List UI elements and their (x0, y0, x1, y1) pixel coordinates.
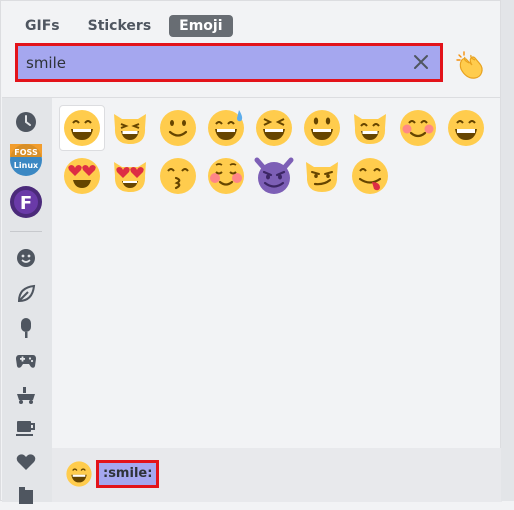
emoji-slightly-smiling[interactable] (155, 105, 201, 151)
car-icon[interactable] (10, 379, 42, 411)
svg-text:F: F (20, 193, 32, 214)
coffee-icon[interactable] (10, 412, 42, 444)
smiley-face-icon[interactable] (10, 242, 42, 274)
emoji-smirk-cat[interactable] (299, 153, 345, 199)
server-icon-f[interactable]: F (10, 186, 42, 218)
category-sidebar: FOSS Linux F (2, 98, 52, 504)
gamepad-icon[interactable] (10, 345, 42, 377)
emoji-grin[interactable] (443, 105, 489, 151)
emoji-grinning-squinting[interactable] (251, 105, 297, 151)
tab-gifs[interactable]: GIFs (15, 15, 70, 37)
emoji-smiling-imp[interactable] (251, 153, 297, 199)
close-icon[interactable] (412, 53, 430, 71)
heart-icon[interactable] (10, 446, 42, 478)
emoji-kissing-smiling-eyes[interactable] (155, 153, 201, 199)
emoji-relaxed-blush[interactable] (203, 153, 249, 199)
clock-icon[interactable] (10, 106, 42, 138)
scrollbar-track[interactable] (501, 0, 514, 501)
svg-text:FOSS: FOSS (14, 148, 38, 157)
emoji-grinning-cat[interactable] (347, 105, 393, 151)
emoji-yum[interactable] (347, 153, 393, 199)
emoji-heart-eyes[interactable] (59, 153, 105, 199)
sidebar-separator (10, 231, 42, 232)
tab-emoji[interactable]: Emoji (169, 15, 233, 37)
emoji-grinning-sweat[interactable] (203, 105, 249, 151)
preview-emoji-icon (66, 461, 92, 487)
emoji-grinning-cat-squinting[interactable] (107, 105, 153, 151)
leaf-icon[interactable] (10, 278, 42, 310)
tab-stickers[interactable]: Stickers (78, 15, 162, 37)
header-divider (2, 97, 501, 98)
emoji-preview-footer: :smile: (52, 448, 502, 502)
emoji-search-input[interactable] (26, 52, 396, 74)
server-icon-foss-linux[interactable]: FOSS Linux (10, 144, 42, 176)
emoji-search-box (15, 43, 443, 82)
emoji-smiling-blushing[interactable] (395, 105, 441, 151)
picker-tabs: GIFs Stickers Emoji (15, 14, 233, 38)
emoji-grinning-big-eyes[interactable] (299, 105, 345, 151)
emoji-heart-eyes-cat[interactable] (107, 153, 153, 199)
emoji-shortcode: :smile: (96, 460, 160, 488)
clapping-hands-icon[interactable] (455, 49, 487, 81)
svg-text:Linux: Linux (14, 161, 39, 170)
building-icon[interactable] (10, 478, 42, 510)
popsicle-icon[interactable] (10, 312, 42, 344)
emoji-grinning-smiling-eyes[interactable] (59, 105, 105, 151)
emoji-picker-window: GIFs Stickers Emoji FOSS Linux (0, 0, 502, 504)
